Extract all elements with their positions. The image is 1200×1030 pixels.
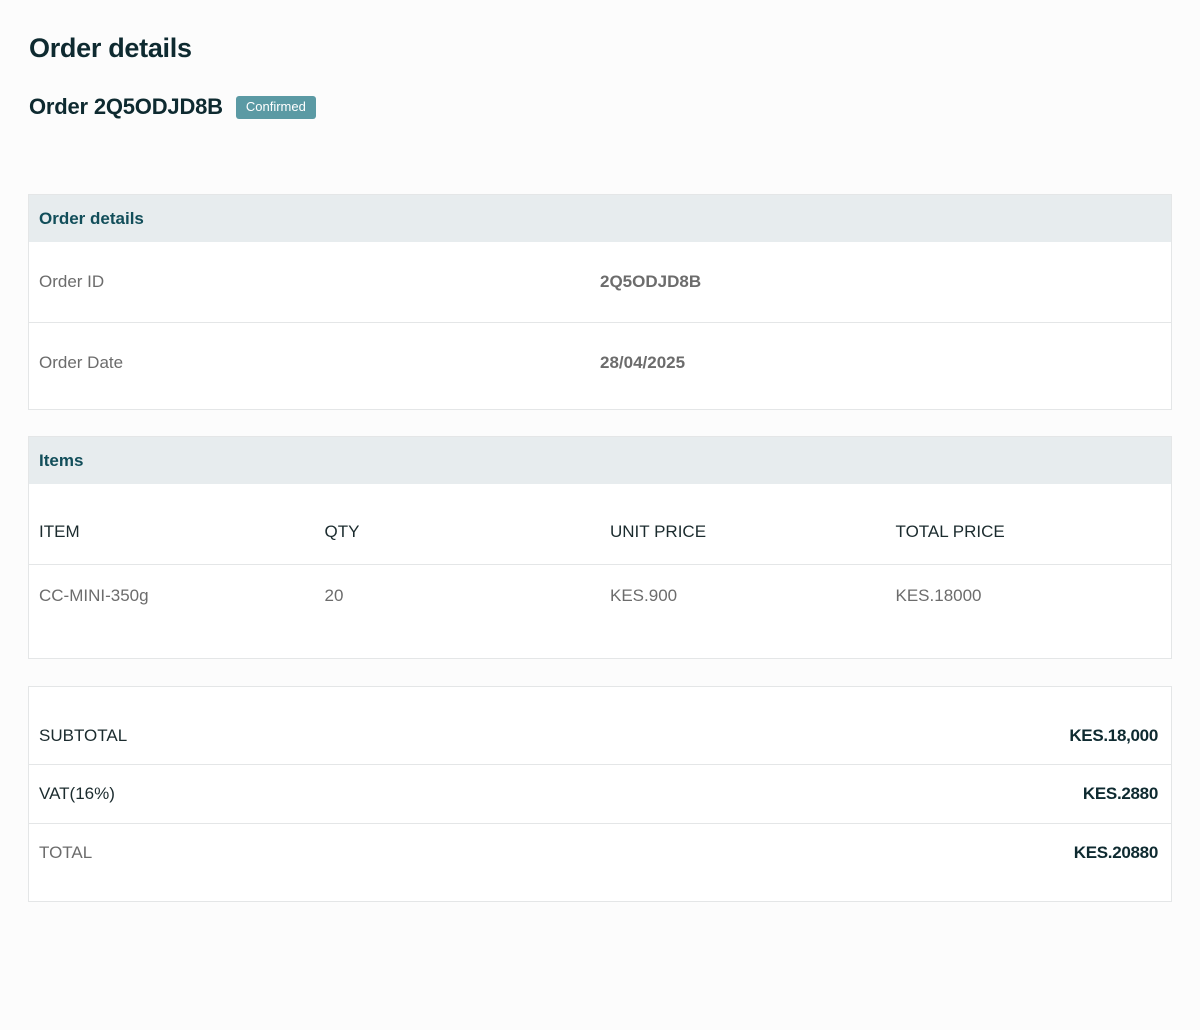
column-header-unit-price: UNIT PRICE — [610, 522, 707, 541]
order-id-value: 2Q5ODJD8B — [600, 272, 702, 291]
summary-row-subtotal: SUBTOTAL KES.18,000 — [29, 687, 1171, 764]
items-card: Items ITEM QTY UNIT PRICE TOTAL PRICE CC… — [28, 436, 1172, 659]
detail-row-order-id: Order ID 2Q5ODJD8B — [29, 242, 1171, 322]
total-value: KES.20880 — [1073, 843, 1159, 862]
subtotal-label: SUBTOTAL — [39, 725, 128, 745]
status-badge: Confirmed — [235, 95, 316, 119]
order-number-title: Order 2Q5ODJD8B — [29, 94, 223, 119]
column-header-item: ITEM — [39, 522, 80, 541]
items-card-header: Items — [29, 437, 1171, 484]
table-row: CC-MINI-350g 20 KES.900 KES.18000 — [29, 565, 1171, 628]
order-date-label: Order Date — [39, 353, 124, 372]
item-qty-cell: 20 — [324, 586, 344, 605]
column-header-total-price: TOTAL PRICE — [895, 522, 1005, 541]
column-header-qty: QTY — [324, 522, 360, 541]
order-summary-card: SUBTOTAL KES.18,000 VAT(16%) KES.2880 TO… — [28, 686, 1172, 902]
total-label: TOTAL — [39, 843, 93, 862]
summary-row-vat: VAT(16%) KES.2880 — [29, 764, 1171, 823]
vat-label: VAT(16%) — [39, 784, 115, 803]
order-heading: Order 2Q5ODJD8B Confirmed — [29, 94, 316, 120]
order-details-page: Order details Order 2Q5ODJD8B Confirmed … — [0, 0, 1200, 1030]
detail-row-order-date: Order Date 28/04/2025 — [29, 322, 1171, 403]
order-id-label: Order ID — [39, 272, 105, 291]
item-name-cell: CC-MINI-350g — [39, 586, 149, 605]
vat-value: KES.2880 — [1082, 784, 1158, 803]
order-details-card-header: Order details — [29, 195, 1171, 242]
item-unit-price-cell: KES.900 — [610, 586, 678, 605]
item-total-price-cell: KES.18000 — [895, 586, 982, 605]
page-title: Order details — [29, 33, 192, 63]
order-details-card: Order details Order ID 2Q5ODJD8B Order D… — [28, 194, 1172, 410]
summary-row-total: TOTAL KES.20880 — [29, 823, 1171, 881]
subtotal-value: KES.18,000 — [1069, 725, 1158, 745]
items-table-header: ITEM QTY UNIT PRICE TOTAL PRICE — [29, 484, 1171, 565]
order-date-value: 28/04/2025 — [600, 353, 686, 372]
